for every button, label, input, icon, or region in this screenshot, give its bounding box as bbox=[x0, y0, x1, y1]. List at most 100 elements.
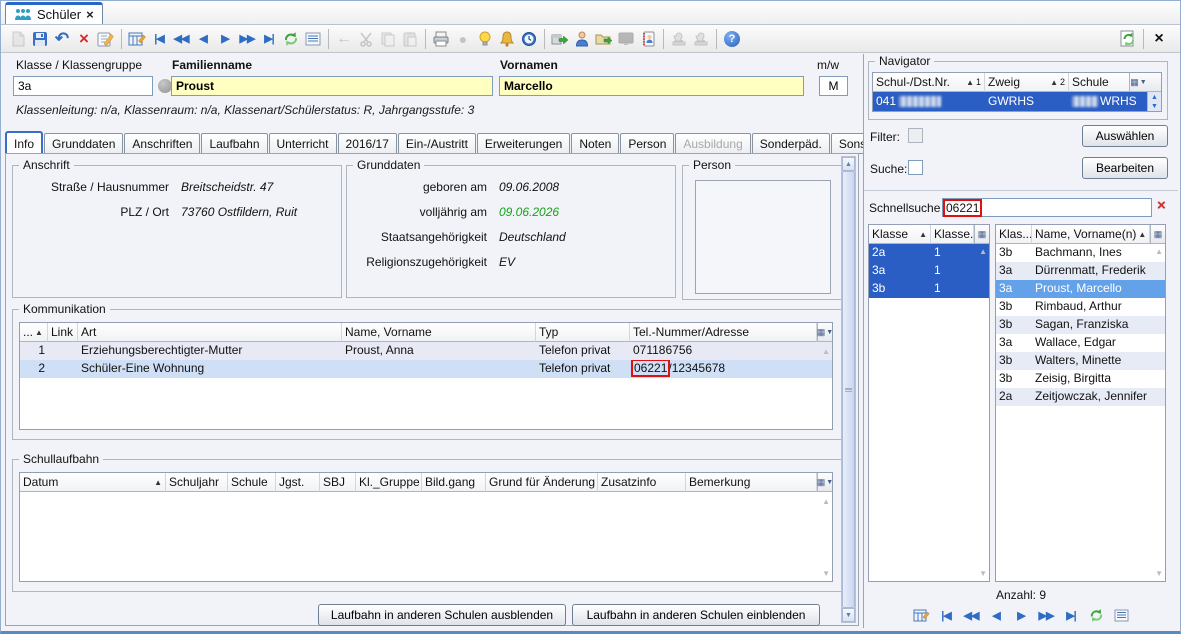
klasse-row[interactable]: 3a1 bbox=[869, 262, 989, 280]
delete-icon[interactable]: × bbox=[73, 28, 95, 50]
list-view-icon[interactable] bbox=[302, 28, 324, 50]
klasse-row[interactable]: 2a1 bbox=[869, 244, 989, 262]
laufbahn-einblenden-button[interactable]: Laufbahn in anderen Schulen einblenden bbox=[572, 604, 820, 626]
bearbeiten-button[interactable]: Bearbeiten bbox=[1082, 157, 1168, 179]
table-options-button[interactable]: ▦ bbox=[1150, 225, 1165, 244]
suche-checkbox[interactable] bbox=[908, 160, 923, 175]
tab-grunddaten[interactable]: Grunddaten bbox=[44, 133, 123, 154]
col-klassengruppe[interactable]: Klasse... bbox=[931, 225, 974, 244]
tab-schuljahr[interactable]: 2016/17 bbox=[338, 133, 397, 154]
prev-fast-icon[interactable]: ◀◀ bbox=[170, 28, 192, 50]
save-icon[interactable] bbox=[29, 28, 51, 50]
col-bemerkung[interactable]: Bemerkung bbox=[686, 473, 817, 492]
col-typ[interactable]: Typ bbox=[536, 323, 630, 342]
klasse-row[interactable]: 3b1 bbox=[869, 280, 989, 298]
scroll-up-icon[interactable]: ▲ bbox=[822, 497, 830, 506]
kommunikation-row[interactable]: 1 Erziehungsberechtigter-Mutter Proust, … bbox=[20, 342, 832, 360]
vornamen-input[interactable] bbox=[499, 76, 804, 96]
address-book-icon[interactable] bbox=[637, 28, 659, 50]
export-icon[interactable] bbox=[549, 28, 571, 50]
name-row[interactable]: 3aDürrenmatt, Frederik bbox=[996, 262, 1165, 280]
tab-ein-austritt[interactable]: Ein-/Austritt bbox=[398, 133, 476, 154]
next-record-icon[interactable]: ▶ bbox=[214, 28, 236, 50]
col-schule[interactable]: Schule bbox=[1069, 73, 1129, 92]
col-tel[interactable]: Tel.-Nummer/Adresse bbox=[630, 323, 817, 342]
col-kl-gruppe[interactable]: Kl._Gruppe bbox=[356, 473, 422, 492]
back-icon[interactable]: ← bbox=[333, 28, 355, 50]
auswaehlen-button[interactable]: Auswählen bbox=[1082, 125, 1168, 147]
screen-icon[interactable] bbox=[615, 28, 637, 50]
folder-export-icon[interactable] bbox=[593, 28, 615, 50]
refresh-icon[interactable] bbox=[280, 28, 302, 50]
navigator-row-cell[interactable]: GWRHS bbox=[985, 92, 1069, 111]
col-zusatzinfo[interactable]: Zusatzinfo bbox=[598, 473, 686, 492]
tab-person[interactable]: Person bbox=[620, 133, 674, 154]
navigator-row-cell[interactable]: 041 bbox=[873, 92, 985, 111]
navigator-row-cell[interactable]: WRHS bbox=[1069, 92, 1147, 111]
disc-icon[interactable]: ● bbox=[452, 28, 474, 50]
list-view-icon[interactable] bbox=[1110, 604, 1132, 626]
print-icon[interactable] bbox=[430, 28, 452, 50]
data-table-icon[interactable] bbox=[910, 604, 932, 626]
mw-input[interactable] bbox=[819, 76, 848, 96]
name-row[interactable]: 3aWallace, Edgar bbox=[996, 334, 1165, 352]
next-fast-icon[interactable]: ▶▶ bbox=[1035, 604, 1057, 626]
klasse-input[interactable] bbox=[13, 76, 153, 96]
name-row[interactable]: 3bZeisig, Birgitta bbox=[996, 370, 1165, 388]
close-view-icon[interactable]: × bbox=[1148, 28, 1170, 50]
schnellsuche-input[interactable]: 06221 bbox=[942, 198, 1152, 217]
tab-info[interactable]: Info bbox=[5, 131, 43, 154]
familienname-input[interactable] bbox=[171, 76, 493, 96]
scrollbar-up-icon[interactable]: ▲ bbox=[842, 157, 855, 171]
filter-checkbox[interactable] bbox=[908, 128, 923, 143]
tab-close-icon[interactable]: × bbox=[86, 7, 94, 22]
col-nr[interactable]: ...▲ bbox=[20, 323, 48, 342]
stamp-icon[interactable] bbox=[668, 28, 690, 50]
paste-icon[interactable] bbox=[399, 28, 421, 50]
col-datum[interactable]: Datum▲ bbox=[20, 473, 166, 492]
name-row[interactable]: 3bWalters, Minette bbox=[996, 352, 1165, 370]
kommunikation-row-selected[interactable]: 2 Schüler-Eine Wohnung Telefon privat 06… bbox=[20, 360, 832, 378]
last-record-icon[interactable]: ▶| bbox=[258, 28, 280, 50]
scroll-down-icon[interactable]: ▼ bbox=[1155, 569, 1163, 578]
col-zweig[interactable]: Zweig▲2 bbox=[985, 73, 1069, 92]
tab-erweiterungen[interactable]: Erweiterungen bbox=[477, 133, 570, 154]
hint-bulb-icon[interactable] bbox=[474, 28, 496, 50]
edit-icon[interactable] bbox=[95, 28, 117, 50]
col-bildgang[interactable]: Bild.gang bbox=[422, 473, 486, 492]
scrollbar-down-icon[interactable]: ▼ bbox=[842, 608, 855, 622]
table-options-button[interactable]: ▦▼ bbox=[817, 323, 832, 342]
help-icon[interactable]: ? bbox=[721, 28, 743, 50]
user-export-icon[interactable] bbox=[571, 28, 593, 50]
prev-fast-icon[interactable]: ◀◀ bbox=[960, 604, 982, 626]
data-table-icon[interactable] bbox=[126, 28, 148, 50]
col-name-vornamen[interactable]: Name, Vorname(n)▲ bbox=[1032, 225, 1150, 244]
col-schuljahr[interactable]: Schuljahr bbox=[166, 473, 228, 492]
bell-icon[interactable] bbox=[496, 28, 518, 50]
info-circle-icon[interactable] bbox=[158, 79, 172, 93]
stamp-icon[interactable] bbox=[690, 28, 712, 50]
scroll-down-icon[interactable]: ▼ bbox=[822, 569, 830, 578]
table-options-button[interactable]: ▦▼ bbox=[1129, 73, 1147, 92]
col-art[interactable]: Art bbox=[78, 323, 342, 342]
scroll-up-icon[interactable]: ▲ bbox=[979, 247, 987, 256]
col-schule[interactable]: Schule bbox=[228, 473, 276, 492]
table-options-button[interactable]: ▦▼ bbox=[817, 473, 832, 492]
tab-schueler[interactable]: Schüler × bbox=[5, 2, 103, 24]
spin-up-down-icons[interactable]: ▲▼ bbox=[1147, 92, 1161, 111]
undo-icon[interactable]: ↶ bbox=[51, 28, 73, 50]
refresh-view-icon[interactable] bbox=[1117, 28, 1139, 50]
name-row[interactable]: 3bSagan, Franziska bbox=[996, 316, 1165, 334]
name-row[interactable]: 3bBachmann, Ines bbox=[996, 244, 1165, 262]
table-options-button[interactable]: ▦ bbox=[974, 225, 989, 244]
first-record-icon[interactable]: |◀ bbox=[148, 28, 170, 50]
last-record-icon[interactable]: ▶| bbox=[1060, 604, 1082, 626]
name-row[interactable]: 3bRimbaud, Arthur bbox=[996, 298, 1165, 316]
col-name-vorname[interactable]: Name, Vorname bbox=[342, 323, 536, 342]
prev-record-icon[interactable]: ◀ bbox=[985, 604, 1007, 626]
tab-sonderpaed[interactable]: Sonderpäd. bbox=[752, 133, 830, 154]
tab-anschriften[interactable]: Anschriften bbox=[124, 133, 200, 154]
prev-record-icon[interactable]: ◀ bbox=[192, 28, 214, 50]
cut-icon[interactable] bbox=[355, 28, 377, 50]
col-grund[interactable]: Grund für Änderung bbox=[486, 473, 598, 492]
